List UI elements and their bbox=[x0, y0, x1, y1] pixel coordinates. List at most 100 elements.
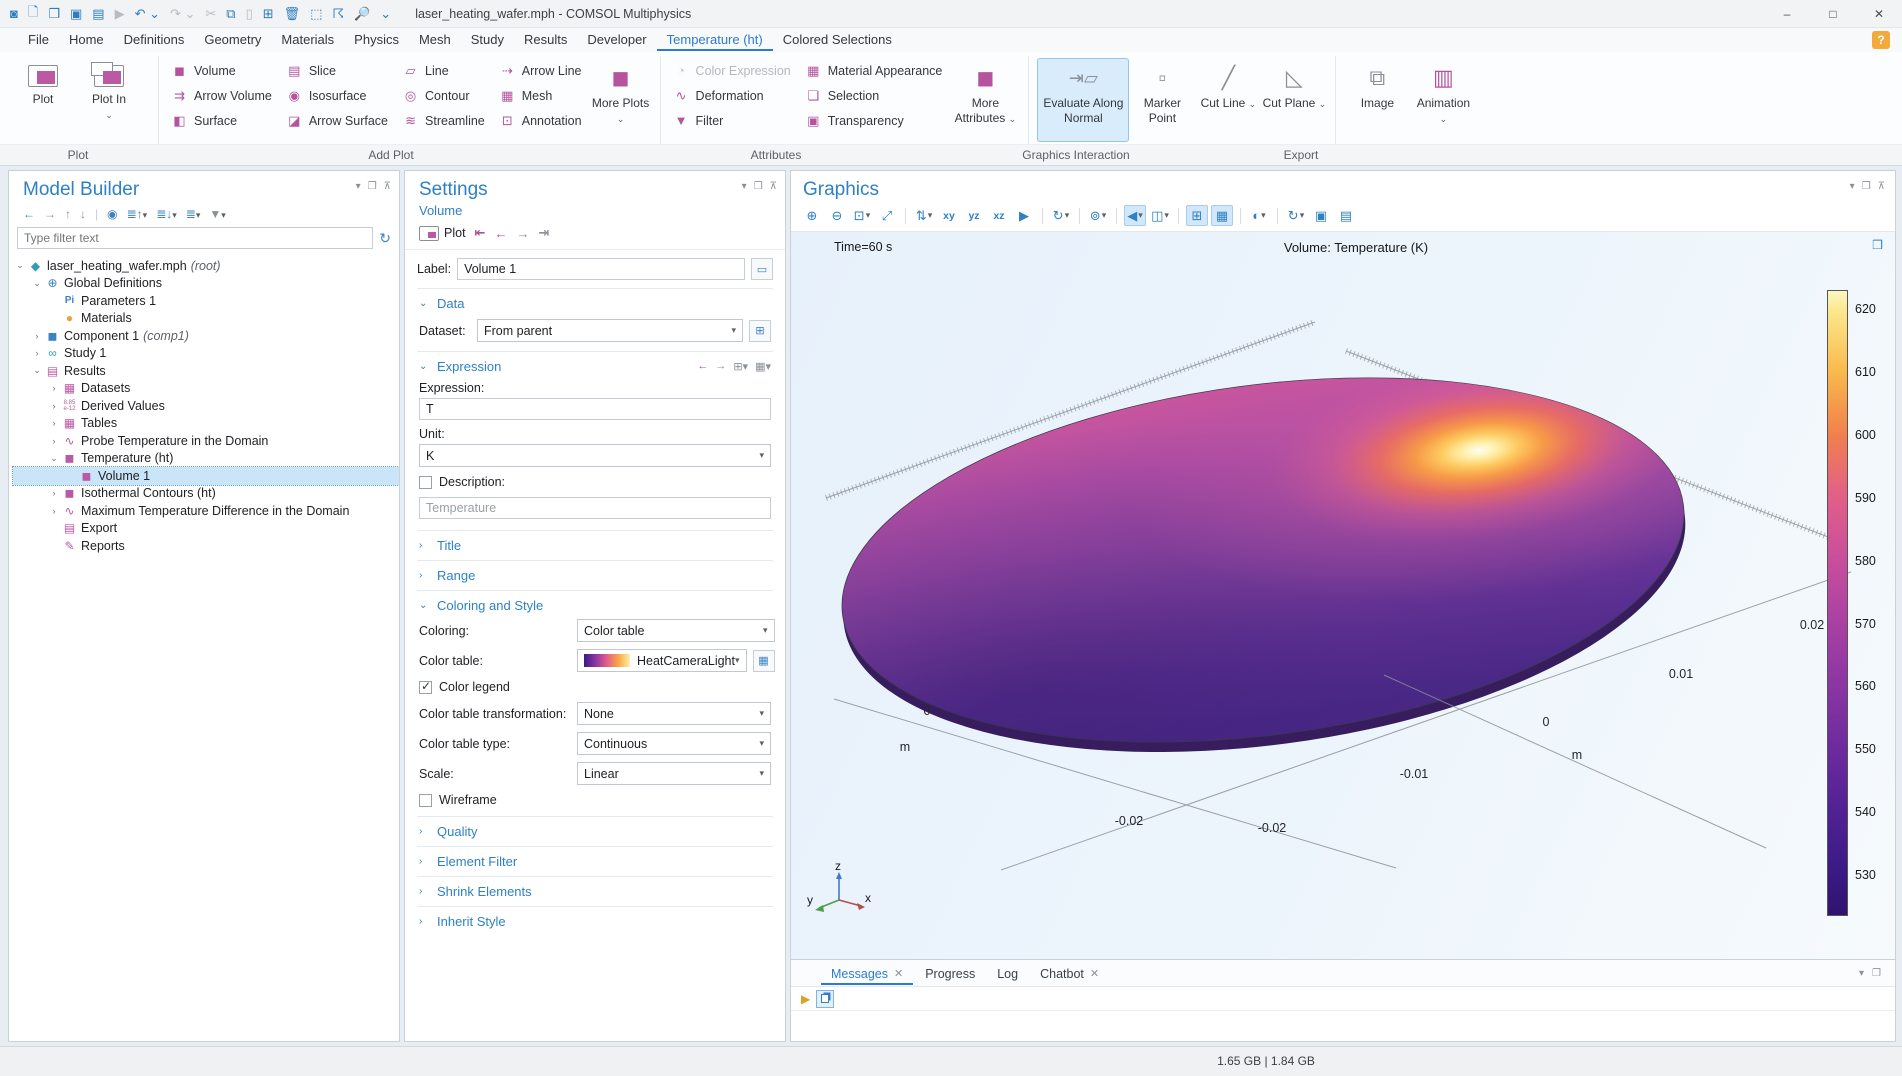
marker-point-button[interactable]: ▫ Marker Point bbox=[1129, 58, 1195, 142]
expand-node-icon[interactable]: › bbox=[30, 331, 44, 341]
undo-icon[interactable]: ↶ ⌄ bbox=[135, 6, 160, 22]
panel-float-icon[interactable]: ❐ bbox=[754, 181, 763, 192]
tree-node-probe-temperature-in-the-domain[interactable]: ›∿Probe Temperature in the Domain bbox=[13, 432, 399, 450]
plot-previous-icon[interactable]: ← bbox=[494, 226, 507, 241]
tree-node-parameters-1[interactable]: PiParameters 1 bbox=[13, 292, 399, 310]
ribbon-tab-physics[interactable]: Physics bbox=[344, 29, 409, 51]
filter-button[interactable]: ▼Filter bbox=[669, 108, 799, 133]
tree-node-tables[interactable]: ›▦Tables bbox=[13, 415, 399, 433]
collapse-node-icon[interactable]: ⌄ bbox=[47, 453, 61, 464]
collapse-all-icon[interactable]: ≣↑▾ bbox=[127, 207, 148, 221]
quality-section-header[interactable]: › Quality bbox=[419, 824, 771, 839]
pick-icon[interactable]: ☈ bbox=[332, 6, 344, 22]
expression-input[interactable] bbox=[419, 398, 771, 420]
plot-thumbnail-icon[interactable]: ❒ bbox=[1872, 238, 1883, 252]
animation-export-button[interactable]: ▥ Animation⌄ bbox=[1410, 58, 1476, 142]
new-file-icon[interactable]: 🗋 bbox=[28, 3, 38, 25]
view-xz-icon[interactable]: xz bbox=[988, 205, 1010, 226]
zoom-box-icon[interactable]: ⊡▾ bbox=[851, 205, 873, 226]
ribbon-tab-temperature-ht[interactable]: Temperature (ht) bbox=[657, 29, 773, 51]
image-export-button[interactable]: ⧉ Image bbox=[1344, 58, 1410, 142]
expand-node-icon[interactable]: › bbox=[47, 506, 61, 516]
scene-settings-icon[interactable]: ⊚▾ bbox=[1087, 205, 1109, 226]
zoom-out-icon[interactable]: ⊖ bbox=[826, 205, 848, 226]
forward-icon[interactable]: → bbox=[44, 207, 56, 221]
line-button[interactable]: ▱Line bbox=[398, 58, 493, 83]
tab-messages[interactable]: Messages✕ bbox=[821, 962, 913, 985]
tree-node-maximum-temperature-difference-in-the-domain[interactable]: ›∿Maximum Temperature Difference in the … bbox=[13, 502, 399, 520]
move-up-icon[interactable]: ↑ bbox=[65, 207, 71, 221]
ribbon-tab-results[interactable]: Results bbox=[514, 29, 577, 51]
panel-pin-icon[interactable]: ⊼ bbox=[384, 181, 391, 192]
arrow-line-button[interactable]: ⇢Arrow Line bbox=[495, 58, 590, 83]
close-tab-icon[interactable]: ✕ bbox=[1090, 967, 1099, 980]
edit-color-table-icon[interactable]: ▦ bbox=[753, 650, 775, 672]
expand-node-icon[interactable]: › bbox=[47, 383, 61, 393]
comsol-logo-icon[interactable]: ◙ bbox=[10, 6, 18, 21]
panel-float-icon[interactable]: ❐ bbox=[368, 181, 377, 192]
cut-line-button[interactable]: ╱ Cut Line ⌄ bbox=[1195, 58, 1261, 142]
tab-progress[interactable]: Progress bbox=[915, 962, 985, 985]
scene-light-icon[interactable]: ◐▾ bbox=[1248, 205, 1270, 226]
tab-chatbot[interactable]: Chatbot✕ bbox=[1030, 962, 1109, 985]
expr-next-icon[interactable]: → bbox=[715, 360, 726, 373]
redo-icon[interactable]: ↷ ⌄ bbox=[170, 6, 195, 22]
expr-previous-icon[interactable]: ← bbox=[697, 360, 708, 373]
tree-node-export[interactable]: ▤Export bbox=[13, 520, 399, 538]
tree-node-reports[interactable]: ✎Reports bbox=[13, 537, 399, 555]
plot-next-icon[interactable]: → bbox=[516, 226, 529, 241]
coloring-select[interactable]: Color table▾ bbox=[577, 619, 775, 642]
sync-plot-icon[interactable]: ↻▾ bbox=[1285, 205, 1307, 226]
graphics-canvas[interactable]: z y x Time=60 s Volume: Temperature (K) … bbox=[791, 231, 1895, 959]
collapse-node-icon[interactable]: ⌄ bbox=[30, 365, 44, 376]
expand-node-icon[interactable]: › bbox=[47, 418, 61, 428]
zoom-extents-icon[interactable]: ⤢ bbox=[876, 205, 898, 226]
replace-expression-icon[interactable]: ⊞▾ bbox=[733, 360, 748, 373]
cut-icon[interactable]: ✂ bbox=[205, 6, 216, 22]
panel-menu-icon[interactable]: ▾ bbox=[742, 181, 747, 192]
panel-pin-icon[interactable]: ⊼ bbox=[1878, 181, 1885, 192]
tree-node-materials[interactable]: ●Materials bbox=[13, 310, 399, 328]
ribbon-tab-colored-selections[interactable]: Colored Selections bbox=[773, 29, 902, 51]
dataset-select[interactable]: From parent▾ bbox=[477, 319, 743, 342]
contour-button[interactable]: ◎Contour bbox=[398, 83, 493, 108]
model-manager-icon[interactable]: ▤ bbox=[92, 6, 104, 22]
customize-qat-icon[interactable]: ⌄ bbox=[380, 6, 391, 22]
expand-node-icon[interactable]: › bbox=[47, 401, 61, 411]
annotation-button[interactable]: ⊡Annotation bbox=[495, 108, 590, 133]
refresh-filter-icon[interactable]: ↻ bbox=[379, 230, 391, 247]
scale-select[interactable]: Linear▾ bbox=[577, 762, 771, 785]
delete-icon[interactable]: 🗑 bbox=[284, 6, 301, 22]
description-checkbox[interactable] bbox=[419, 476, 432, 489]
range-section-header[interactable]: › Range bbox=[419, 568, 771, 583]
tree-node-volume-1[interactable]: ◼Volume 1 bbox=[13, 467, 399, 485]
more-attributes-button[interactable]: ◼ More Attributes ⌄ bbox=[950, 58, 1020, 142]
tree-node-temperature-ht[interactable]: ⌄◼Temperature (ht) bbox=[13, 450, 399, 468]
collapse-node-icon[interactable]: ⌄ bbox=[30, 278, 44, 289]
preview-icon[interactable]: 🔎 bbox=[354, 6, 370, 22]
print-icon[interactable]: ▤ bbox=[1335, 205, 1357, 226]
arrow-surface-button[interactable]: ◪Arrow Surface bbox=[282, 108, 396, 133]
wireframe-checkbox[interactable] bbox=[419, 794, 432, 807]
unit-select[interactable]: K▾ bbox=[419, 444, 771, 467]
ribbon-tab-materials[interactable]: Materials bbox=[271, 29, 344, 51]
tree-node-laser-heating-wafer-mph[interactable]: ⌄◆laser_heating_wafer.mph(root) bbox=[13, 257, 399, 275]
view-xy-icon[interactable]: xy bbox=[938, 205, 960, 226]
surface-button[interactable]: ◧Surface bbox=[167, 108, 280, 133]
plot-in-button[interactable]: Plot In⌄ bbox=[76, 58, 142, 142]
panel-float-icon[interactable]: ❐ bbox=[1862, 181, 1871, 192]
transparency-toggle-icon[interactable]: ◫▾ bbox=[1149, 205, 1171, 226]
settings-plot-button[interactable]: Plot bbox=[419, 226, 466, 241]
color-table-type-select[interactable]: Continuous▾ bbox=[577, 732, 771, 755]
rotate-view-icon[interactable]: ↻▾ bbox=[1050, 205, 1072, 226]
color-legend-checkbox[interactable] bbox=[419, 681, 432, 694]
expand-all-icon[interactable]: ≣↓▾ bbox=[156, 207, 177, 221]
duplicate-icon[interactable]: ⊞ bbox=[263, 6, 274, 22]
plot-button[interactable]: Plot bbox=[10, 58, 76, 142]
expand-node-icon[interactable]: › bbox=[47, 436, 61, 446]
snapshot-icon[interactable]: ▣ bbox=[1310, 205, 1332, 226]
volume-button[interactable]: ◼Volume bbox=[167, 58, 280, 83]
go-to-default-view-icon[interactable]: ⇅▾ bbox=[913, 205, 935, 226]
copy-icon[interactable]: ⧉ bbox=[226, 6, 235, 22]
close-tab-icon[interactable]: ✕ bbox=[894, 967, 903, 980]
